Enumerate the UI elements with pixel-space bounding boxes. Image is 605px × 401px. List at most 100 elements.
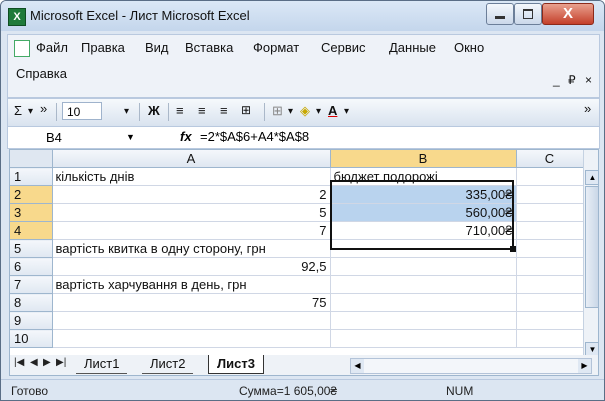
- menu-edit[interactable]: Правка: [81, 40, 125, 55]
- column-header-c[interactable]: C: [516, 150, 584, 168]
- title-bar[interactable]: X Microsoft Excel - Лист Microsoft Excel…: [1, 1, 604, 31]
- close-button[interactable]: X: [542, 3, 594, 25]
- cell-b3[interactable]: 560,00₴: [330, 203, 517, 222]
- vertical-scroll-thumb[interactable]: [585, 186, 598, 308]
- workbook-restore-button[interactable]: ₽: [568, 73, 576, 87]
- cell-a6[interactable]: 92,5: [52, 257, 331, 276]
- font-color-icon[interactable]: A: [328, 103, 337, 118]
- menu-tools[interactable]: Сервис: [321, 40, 366, 55]
- cell-a1[interactable]: кількість днів: [52, 167, 331, 186]
- name-box[interactable]: B4: [8, 127, 138, 148]
- select-all-corner[interactable]: [10, 150, 53, 168]
- menu-window[interactable]: Окно: [454, 40, 484, 55]
- formula-input[interactable]: =2*$A$6+A4*$A$8: [200, 129, 309, 144]
- menu-help[interactable]: Справка: [16, 66, 67, 81]
- fill-color-dropdown-icon[interactable]: ▾: [316, 106, 321, 117]
- prev-sheet-icon[interactable]: ◀: [30, 357, 38, 368]
- cell-a5[interactable]: вартість квитка в одну сторону, грн: [52, 239, 331, 258]
- menu-view[interactable]: Вид: [145, 40, 169, 55]
- cell-a9[interactable]: [52, 311, 331, 330]
- column-header-a[interactable]: A: [52, 150, 331, 168]
- align-center-icon[interactable]: ≡: [198, 103, 206, 118]
- cell-a7[interactable]: вартість харчування в день, грн: [52, 275, 331, 294]
- sheet-tab-3[interactable]: Лист3: [208, 355, 264, 374]
- row-header[interactable]: 9: [10, 311, 53, 330]
- sheet-tab-1[interactable]: Лист1: [76, 355, 128, 374]
- row-header[interactable]: 10: [10, 329, 53, 348]
- cell-a8[interactable]: 75: [52, 293, 331, 312]
- bold-button[interactable]: Ж: [148, 103, 160, 118]
- row-header[interactable]: 3: [10, 203, 53, 222]
- cell-c1[interactable]: [516, 167, 584, 186]
- name-box-dropdown-icon[interactable]: ▼: [126, 132, 135, 142]
- minimize-button[interactable]: [486, 3, 514, 25]
- workbook-icon[interactable]: [14, 40, 30, 57]
- row-header[interactable]: 4: [10, 221, 53, 240]
- align-left-icon[interactable]: ≡: [176, 103, 184, 118]
- cell-c10[interactable]: [516, 329, 584, 348]
- toolbar-options-icon[interactable]: »: [40, 101, 47, 116]
- row-header[interactable]: 5: [10, 239, 53, 258]
- cell-b8[interactable]: [330, 293, 517, 312]
- cell-b4-active[interactable]: 710,00₴: [330, 221, 517, 240]
- cell-c9[interactable]: [516, 311, 584, 330]
- maximize-button[interactable]: [514, 3, 542, 25]
- sheet-tab-2[interactable]: Лист2: [142, 355, 194, 374]
- row-header[interactable]: 7: [10, 275, 53, 294]
- workbook-close-button[interactable]: ×: [585, 73, 592, 87]
- cell-b10[interactable]: [330, 329, 517, 348]
- scroll-up-icon[interactable]: ▲: [585, 170, 598, 185]
- sheet-tabs-bar: |◀ ◀ ▶ ▶| Лист1 Лист2 Лист3 ◀ ▶: [9, 355, 599, 376]
- row-header[interactable]: 1: [10, 167, 53, 186]
- cell-a3[interactable]: 5: [52, 203, 331, 222]
- first-sheet-icon[interactable]: |◀: [14, 357, 24, 368]
- last-sheet-icon[interactable]: ▶|: [56, 357, 66, 368]
- autosum-button[interactable]: Σ: [14, 103, 22, 118]
- cell-c6[interactable]: [516, 257, 584, 276]
- cell-b6[interactable]: [330, 257, 517, 276]
- vertical-scrollbar[interactable]: ▲ ▼: [583, 150, 598, 356]
- cell-a4[interactable]: 7: [52, 221, 331, 240]
- row-header[interactable]: 8: [10, 293, 53, 312]
- fill-color-icon[interactable]: ◈: [300, 103, 310, 119]
- menu-file[interactable]: Файл: [36, 40, 68, 55]
- cell-c2[interactable]: [516, 185, 584, 204]
- font-color-dropdown-icon[interactable]: ▾: [344, 106, 349, 117]
- cell-b1[interactable]: бюджет подорожі: [330, 167, 517, 186]
- align-right-icon[interactable]: ≡: [220, 103, 228, 118]
- merge-center-icon[interactable]: ⊞: [241, 103, 251, 117]
- cell-c3[interactable]: [516, 203, 584, 222]
- scroll-right-icon[interactable]: ▶: [578, 359, 591, 373]
- fill-handle[interactable]: [510, 246, 516, 252]
- cell-c7[interactable]: [516, 275, 584, 294]
- cell-c4[interactable]: [516, 221, 584, 240]
- row-header[interactable]: 6: [10, 257, 53, 276]
- scroll-left-icon[interactable]: ◀: [351, 359, 364, 373]
- workbook-minimize-button[interactable]: _: [553, 73, 560, 87]
- cell-b5[interactable]: [330, 239, 517, 258]
- cell-b7[interactable]: [330, 275, 517, 294]
- autosum-dropdown-icon[interactable]: ▾: [28, 106, 33, 117]
- toolbar-separator: [264, 103, 265, 121]
- cell-b2[interactable]: 335,00₴: [330, 185, 517, 204]
- menu-data[interactable]: Данные: [389, 40, 436, 55]
- next-sheet-icon[interactable]: ▶: [43, 357, 51, 368]
- horizontal-scrollbar[interactable]: ◀ ▶: [350, 358, 592, 374]
- cell-c5[interactable]: [516, 239, 584, 258]
- font-size-dropdown-icon[interactable]: ▾: [124, 106, 129, 117]
- excel-app-icon[interactable]: X: [8, 8, 26, 26]
- borders-dropdown-icon[interactable]: ▾: [288, 106, 293, 117]
- cell-a10[interactable]: [52, 329, 331, 348]
- window-title: Microsoft Excel - Лист Microsoft Excel: [30, 8, 250, 23]
- column-header-b[interactable]: B: [330, 150, 517, 168]
- menu-insert[interactable]: Вставка: [185, 40, 233, 55]
- font-size-box[interactable]: 10: [62, 102, 102, 120]
- borders-icon[interactable]: ⊞: [272, 103, 283, 119]
- menu-format[interactable]: Формат: [253, 40, 299, 55]
- insert-function-icon[interactable]: fx: [180, 129, 192, 144]
- toolbar-more-icon[interactable]: »: [584, 101, 591, 116]
- row-header[interactable]: 2: [10, 185, 53, 204]
- cell-b9[interactable]: [330, 311, 517, 330]
- cell-a2[interactable]: 2: [52, 185, 331, 204]
- cell-c8[interactable]: [516, 293, 584, 312]
